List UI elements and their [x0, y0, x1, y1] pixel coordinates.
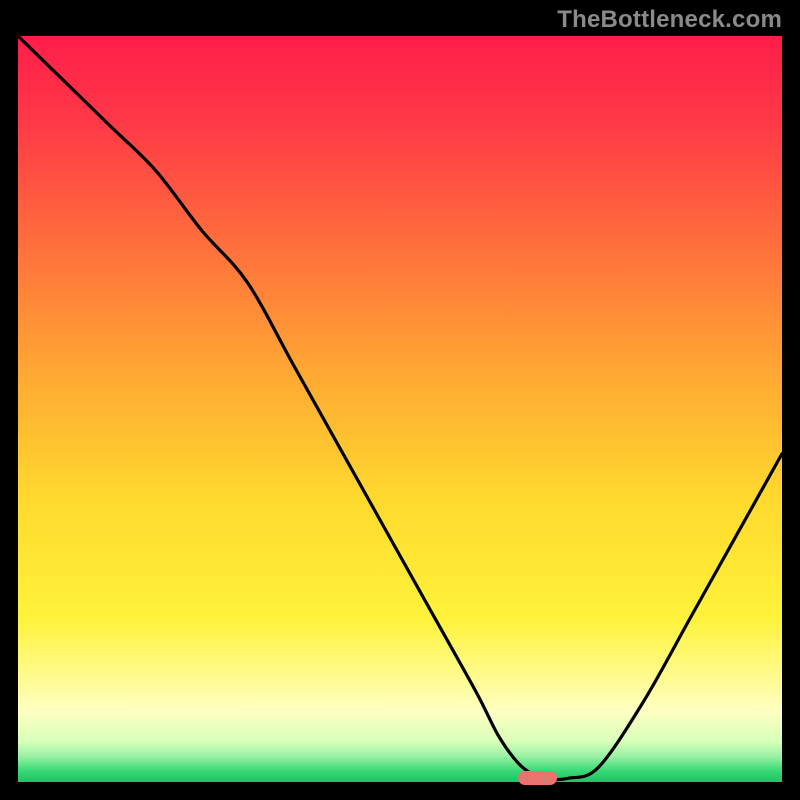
watermark-text: TheBottleneck.com: [557, 6, 782, 34]
chart-frame: [18, 36, 782, 782]
chart-plot: [18, 36, 782, 782]
optimal-marker: [518, 771, 556, 785]
